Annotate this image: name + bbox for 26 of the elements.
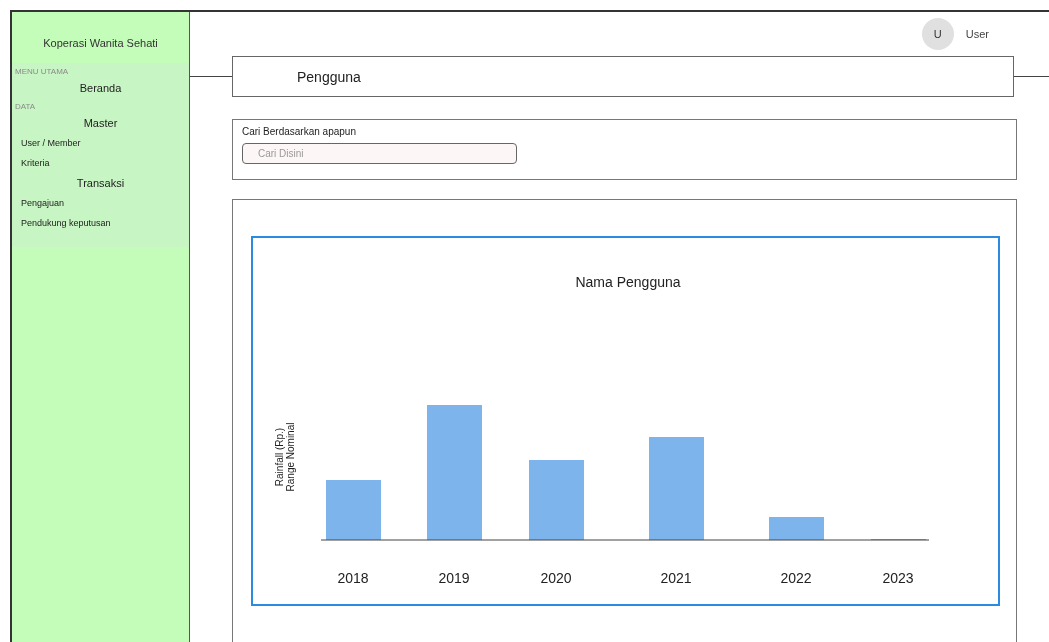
app-title: Koperasi Wanita Sehati [42, 36, 159, 51]
axis-tick-label: 2019 [438, 570, 470, 586]
axis-tick-label: 2021 [660, 570, 692, 586]
axis-label: Range Nominal [285, 422, 296, 492]
page-title: Pengguna [297, 68, 361, 85]
avatar[interactable]: U [921, 18, 954, 50]
search-label: Cari Berdasarkan apapun [242, 126, 357, 137]
axis-label: Rainfall (Rp.) [274, 427, 285, 487]
menu-item[interactable]: Beranda [12, 78, 189, 98]
axis-tick-label: 2022 [780, 570, 812, 586]
section-label: DATA [14, 101, 37, 113]
section-label: MENU UTAMA [14, 66, 70, 78]
menu-item[interactable]: Pengajuan [12, 193, 189, 213]
chart-title: Nama Pengguna [575, 274, 681, 290]
chart-bar [326, 480, 381, 540]
chart-bar [769, 517, 824, 540]
search-field[interactable]: Cari Disini [242, 143, 517, 164]
menu-item[interactable]: Transaksi [12, 173, 189, 193]
menu-item[interactable]: Kriteria [12, 153, 189, 173]
axis-tick-label: 2020 [540, 570, 572, 586]
menu-item[interactable]: User / Member [12, 133, 189, 153]
user-name: User [965, 28, 989, 40]
menu-item[interactable]: Pendukung keputusan [12, 213, 189, 233]
menu-item[interactable]: Master [12, 113, 189, 133]
axis-tick-label: 2018 [337, 570, 369, 586]
axis-tick-label: 2023 [882, 570, 914, 586]
